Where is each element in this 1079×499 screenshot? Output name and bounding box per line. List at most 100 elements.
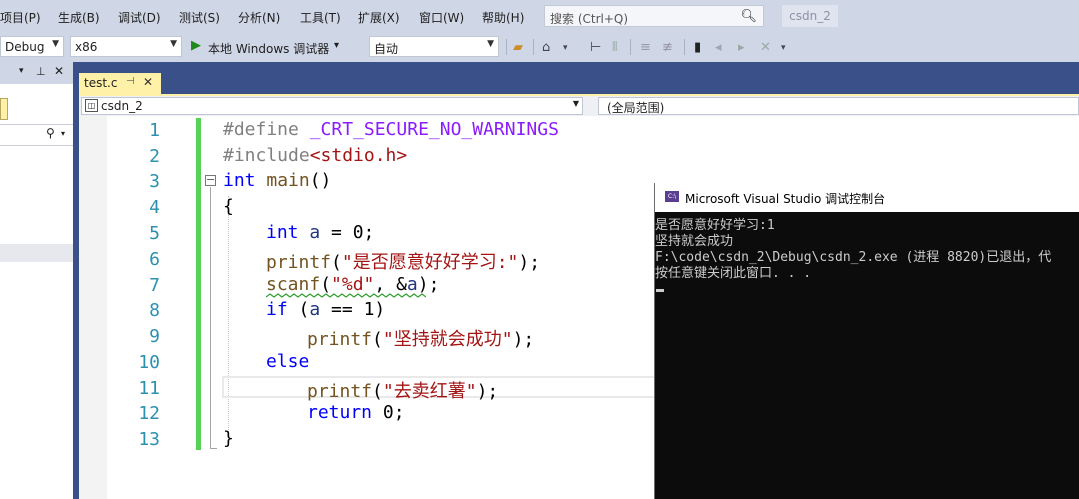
menu-tools[interactable]: 工具(T): [300, 9, 341, 26]
line-number: 5: [149, 223, 160, 244]
line-number: 4: [149, 197, 160, 218]
explorer-search-input[interactable]: ⚲ ▾: [0, 124, 73, 146]
step-over-icon[interactable]: ⫴: [612, 40, 617, 55]
project-icon: ◫: [85, 99, 98, 112]
line-number: 10: [138, 352, 160, 373]
panel-menu-icon[interactable]: ▾: [19, 66, 24, 76]
close-icon[interactable]: ✕: [143, 75, 153, 89]
chevron-down-icon: ▾: [61, 129, 66, 138]
next-bookmark-icon[interactable]: ▸: [738, 40, 745, 55]
line-number: 11: [138, 378, 160, 399]
menu-build[interactable]: 生成(B): [58, 9, 100, 26]
solution-explorer-header: ▾ ⊥ ✕: [0, 62, 73, 84]
explorer-selected-row[interactable]: [0, 244, 73, 262]
menu-debug[interactable]: 调试(D): [118, 9, 161, 26]
project-name-badge: csdn_2: [782, 5, 838, 27]
clear-bookmarks-icon[interactable]: ✕: [760, 40, 771, 55]
line-number: 13: [138, 429, 160, 450]
console-app-icon: C:\: [665, 191, 679, 202]
global-scope-dropdown[interactable]: (全局范围): [598, 97, 1079, 115]
code-line[interactable]: int a = 0;: [266, 222, 374, 243]
menu-bar: 项目(P) 生成(B) 调试(D) 测试(S) 分析(N) 工具(T) 扩展(X…: [0, 0, 1079, 33]
comment-icon[interactable]: ≡: [640, 40, 651, 55]
chevron-down-icon: ▼: [487, 39, 494, 49]
console-title-bar[interactable]: C:\ Microsoft Visual Studio 调试控制台: [655, 183, 1079, 212]
code-line[interactable]: else: [266, 351, 309, 372]
indent-guide: [228, 196, 229, 436]
debugger-dropdown-icon[interactable]: ▾: [334, 40, 339, 51]
change-tracking-bar: [196, 118, 201, 450]
solution-config-value: Debug: [5, 40, 45, 54]
line-number: 6: [149, 249, 160, 270]
toolbar-separator: [533, 39, 534, 55]
project-scope-value: csdn_2: [101, 99, 143, 113]
search-input[interactable]: 搜索 (Ctrl+Q) 🔍︎: [544, 5, 764, 27]
code-line[interactable]: {: [223, 196, 234, 217]
home-icon[interactable]: ⌂: [542, 40, 550, 55]
search-icon: ⚲: [46, 126, 55, 140]
code-line[interactable]: printf("去卖红薯");: [307, 377, 498, 403]
toolbar-separator: [630, 39, 631, 55]
code-line[interactable]: scanf("%d", &a);: [266, 274, 439, 295]
chevron-down-icon[interactable]: ▾: [563, 43, 568, 53]
toolbar-separator: [684, 39, 685, 55]
chevron-down-icon: ▼: [572, 99, 579, 108]
step-icon[interactable]: ⊢: [590, 40, 601, 55]
start-debugger-button[interactable]: 本地 Windows 调试器: [208, 40, 329, 57]
pin-icon[interactable]: ⊥: [36, 65, 46, 78]
code-line[interactable]: return 0;: [307, 402, 405, 423]
folder-icon[interactable]: ▰: [513, 40, 523, 55]
collapse-icon[interactable]: −: [205, 174, 216, 186]
code-line[interactable]: printf("是否愿意好好学习:");: [266, 248, 540, 274]
line-number: 7: [149, 275, 160, 296]
play-icon[interactable]: ▶: [191, 38, 201, 53]
code-line[interactable]: #include<stdio.h>: [223, 145, 407, 166]
pin-icon[interactable]: ⊣: [126, 76, 135, 87]
search-icon: 🔍︎: [740, 9, 757, 24]
code-line[interactable]: int main(): [223, 170, 331, 191]
panel-home-button[interactable]: [0, 98, 8, 120]
code-line[interactable]: if (a == 1): [266, 299, 385, 320]
line-number: 1: [149, 120, 160, 141]
warning-squiggle: [266, 293, 426, 298]
console-output-line: 按任意键关闭此窗口. . .: [655, 266, 812, 281]
tab-label: test.c: [84, 76, 118, 90]
outline-guide-end: [210, 448, 217, 449]
chevron-down-icon: ▼: [170, 39, 177, 49]
outline-guide: [210, 187, 211, 449]
solution-config-select[interactable]: Debug ▼: [0, 36, 64, 57]
line-number: 12: [138, 403, 160, 424]
menu-window[interactable]: 窗口(W): [419, 9, 464, 26]
menu-help[interactable]: 帮助(H): [482, 9, 524, 26]
menu-test[interactable]: 测试(S): [179, 9, 220, 26]
uncomment-icon[interactable]: ≢: [662, 40, 673, 55]
toolbar: Debug ▼ x86 ▼ ▶ 本地 Windows 调试器 ▾ 自动 ▼ ▰ …: [0, 33, 1079, 62]
menu-project[interactable]: 项目(P): [0, 9, 41, 26]
line-number: 3: [149, 171, 160, 192]
code-line[interactable]: printf("坚持就会成功");: [307, 325, 534, 351]
project-scope-dropdown[interactable]: ◫ csdn_2 ▼: [81, 97, 583, 115]
global-scope-value: (全局范围): [607, 101, 665, 115]
debug-mode-select[interactable]: 自动 ▼: [369, 36, 499, 57]
code-line[interactable]: #define _CRT_SECURE_NO_WARNINGS: [223, 119, 559, 140]
menu-analyze[interactable]: 分析(N): [238, 9, 280, 26]
platform-select[interactable]: x86 ▼: [70, 36, 182, 57]
prev-bookmark-icon[interactable]: ◂: [715, 40, 722, 55]
line-number: 2: [149, 146, 160, 167]
chevron-down-icon: ▼: [52, 39, 59, 49]
close-icon[interactable]: ✕: [54, 64, 64, 78]
code-line[interactable]: }: [223, 428, 234, 449]
tab-test-c[interactable]: test.c ⊣ ✕: [79, 73, 161, 94]
toolbar-overflow-icon[interactable]: ▾: [781, 43, 786, 53]
search-placeholder: 搜索 (Ctrl+Q): [550, 12, 629, 26]
platform-value: x86: [75, 40, 98, 54]
bookmark-icon[interactable]: ▮: [694, 40, 701, 55]
menu-extensions[interactable]: 扩展(X): [358, 9, 400, 26]
line-number: 8: [149, 300, 160, 321]
glyph-margin[interactable]: [79, 116, 107, 499]
console-title: Microsoft Visual Studio 调试控制台: [685, 192, 886, 206]
debug-mode-value: 自动: [374, 42, 399, 56]
line-number: 9: [149, 326, 160, 347]
console-cursor: [656, 289, 664, 292]
toolbar-separator: [506, 39, 507, 55]
